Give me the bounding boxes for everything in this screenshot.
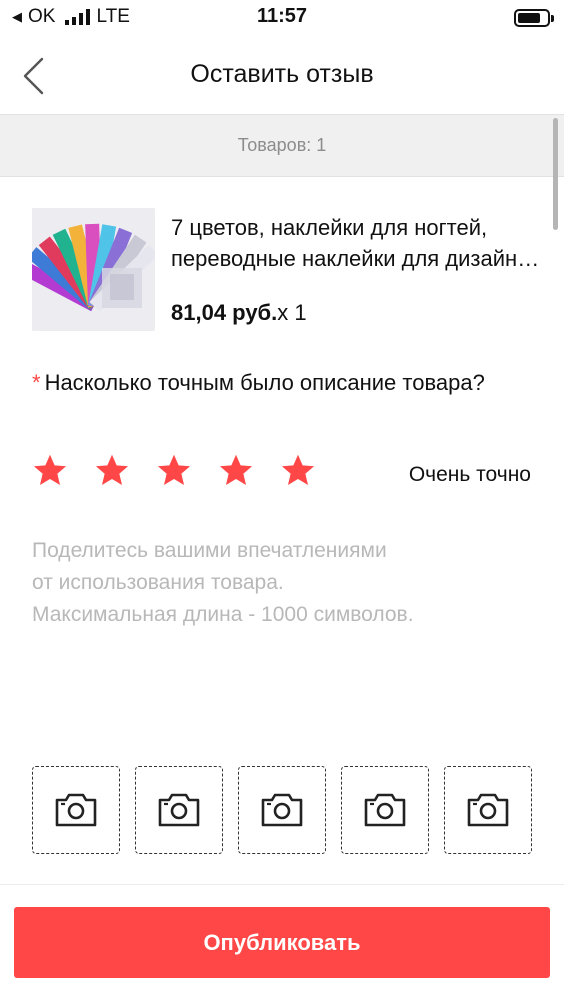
camera-icon xyxy=(158,793,200,827)
status-bar: ◀ OK LTE 11:57 xyxy=(0,0,564,36)
camera-icon xyxy=(261,793,303,827)
product-thumbnail xyxy=(32,208,155,331)
rating-question: * Насколько точным было описание товара? xyxy=(32,367,532,399)
photo-upload-slot[interactable] xyxy=(444,766,532,854)
camera-icon xyxy=(467,793,509,827)
nail-stickers-image xyxy=(32,208,155,331)
scrollbar[interactable] xyxy=(553,118,558,230)
star-icon[interactable] xyxy=(218,452,254,488)
product-price-row: 81,04 руб.x 1 xyxy=(171,300,307,326)
page-title: Оставить отзыв xyxy=(190,60,374,88)
star-icon[interactable] xyxy=(280,452,316,488)
status-time: 11:57 xyxy=(256,5,308,27)
photo-upload-slot[interactable] xyxy=(32,766,120,854)
items-count-bar: Товаров: 1 xyxy=(0,114,564,177)
photo-upload-row xyxy=(32,766,532,854)
battery-icon xyxy=(514,9,554,27)
required-marker: * xyxy=(32,370,41,395)
publish-button[interactable]: Опубликовать xyxy=(14,907,550,978)
product-title[interactable]: 7 цветов, наклейки для ногтей, переводны… xyxy=(171,212,541,274)
photo-upload-slot[interactable] xyxy=(238,766,326,854)
footer-divider xyxy=(0,884,564,885)
items-count-text: Товаров: 1 xyxy=(237,135,327,155)
product-price: 81,04 руб. xyxy=(171,300,278,325)
star-icon[interactable] xyxy=(32,452,68,488)
review-textarea[interactable] xyxy=(32,535,532,735)
photo-upload-slot[interactable] xyxy=(135,766,223,854)
product-quantity: x 1 xyxy=(277,300,307,325)
star-icon[interactable] xyxy=(94,452,130,488)
camera-icon xyxy=(55,793,97,827)
nav-bar: Оставить отзыв xyxy=(0,36,564,114)
product-card: 7 цветов, наклейки для ногтей, переводны… xyxy=(32,208,542,332)
star-icon[interactable] xyxy=(156,452,192,488)
star-rating[interactable] xyxy=(32,452,316,492)
question-text: Насколько точным было описание товара? xyxy=(44,370,485,395)
camera-icon xyxy=(364,793,406,827)
rating-label: Очень точно xyxy=(408,463,531,486)
photo-upload-slot[interactable] xyxy=(341,766,429,854)
